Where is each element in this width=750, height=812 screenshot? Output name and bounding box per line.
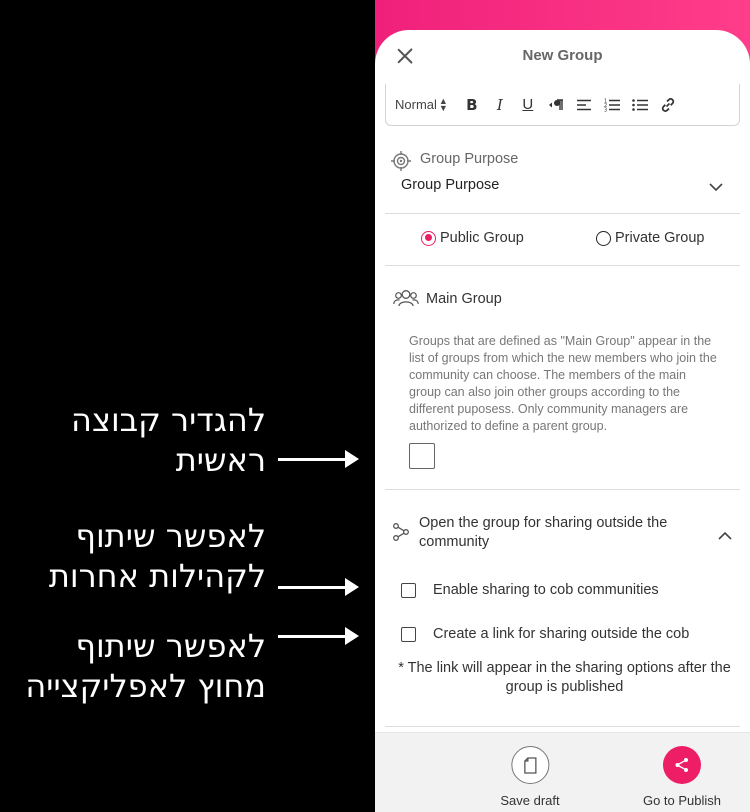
create-link-label: Create a link for sharing outside the co… bbox=[433, 626, 690, 642]
underline-icon[interactable]: U bbox=[514, 93, 542, 117]
rich-text-toolbar: Normal ▲ ▼ B I U 123 bbox=[385, 84, 740, 126]
format-select[interactable]: Normal ▲ ▼ bbox=[395, 95, 448, 113]
group-purpose-label: Group Purpose bbox=[420, 151, 519, 167]
target-icon bbox=[390, 150, 412, 177]
enable-cob-sharing-checkbox[interactable] bbox=[401, 582, 416, 598]
main-group-checkbox[interactable] bbox=[409, 443, 435, 469]
text-direction-icon[interactable] bbox=[542, 93, 570, 117]
radio-selected-icon bbox=[421, 230, 436, 246]
bottom-action-bar: Save draft Go to Publish bbox=[375, 732, 750, 812]
go-to-publish-button[interactable]: Go to Publish bbox=[643, 746, 721, 808]
enable-cob-sharing-option[interactable]: Enable sharing to cob communities bbox=[401, 582, 659, 598]
arrow-right-icon bbox=[278, 450, 359, 468]
public-group-label: Public Group bbox=[440, 230, 524, 246]
chevron-up-icon[interactable] bbox=[718, 527, 732, 545]
annotation-line: להגדיר קבוצה bbox=[71, 401, 266, 439]
arrow-right-icon bbox=[278, 578, 359, 596]
align-left-icon[interactable] bbox=[570, 93, 598, 117]
annotation-share-communities: לאפשר שיתוף לקהילות אחרות bbox=[49, 516, 266, 596]
annotation-line: ראשית bbox=[175, 441, 266, 479]
main-group-description: Groups that are defined as "Main Group" … bbox=[409, 334, 717, 433]
page-title: New Group bbox=[522, 47, 603, 64]
sharing-section-title: Open the group for sharing outside the c… bbox=[419, 515, 668, 550]
private-group-radio[interactable]: Private Group bbox=[596, 230, 704, 246]
share-nodes-icon bbox=[393, 523, 409, 546]
arrow-right-icon bbox=[278, 627, 359, 645]
bold-icon[interactable]: B bbox=[458, 93, 486, 117]
private-group-label: Private Group bbox=[615, 230, 705, 246]
annotation-line: לאפשר שיתוף bbox=[75, 627, 266, 665]
annotation-line: לקהילות אחרות bbox=[48, 557, 266, 595]
create-link-option[interactable]: Create a link for sharing outside the co… bbox=[401, 626, 689, 642]
go-to-publish-label: Go to Publish bbox=[642, 793, 722, 808]
new-group-sheet: New Group Normal ▲ ▼ B I U 123 Group Pur… bbox=[375, 30, 750, 812]
sharing-note: * The link will appear in the sharing op… bbox=[398, 660, 731, 695]
group-purpose-select[interactable]: Group Purpose bbox=[401, 177, 499, 193]
users-icon bbox=[393, 289, 419, 312]
public-group-radio[interactable]: Public Group bbox=[421, 230, 524, 246]
annotation-share-outside: לאפשר שיתוף מחוץ לאפליקצייה bbox=[25, 626, 266, 706]
select-arrows-icon: ▲ ▼ bbox=[438, 95, 448, 113]
annotation-line: לאפשר שיתוף bbox=[75, 517, 266, 555]
enable-cob-sharing-label: Enable sharing to cob communities bbox=[433, 582, 659, 598]
divider bbox=[385, 213, 740, 214]
draft-file-icon bbox=[510, 746, 549, 784]
main-group-title: Main Group bbox=[426, 291, 502, 307]
sheet-header: New Group bbox=[375, 30, 750, 82]
format-select-value: Normal bbox=[395, 97, 437, 112]
share-icon bbox=[662, 746, 701, 784]
create-link-checkbox[interactable] bbox=[401, 626, 416, 642]
divider bbox=[385, 489, 740, 490]
chevron-down-icon[interactable] bbox=[709, 179, 723, 197]
phone-screen: New Group Normal ▲ ▼ B I U 123 Group Pur… bbox=[375, 0, 750, 812]
italic-icon[interactable]: I bbox=[486, 93, 514, 117]
divider bbox=[385, 726, 740, 727]
annotation-line: מחוץ לאפליקצייה bbox=[25, 667, 266, 705]
svg-text:3: 3 bbox=[604, 107, 607, 112]
divider bbox=[385, 265, 740, 266]
annotation-main-group: להגדיר קבוצה ראשית bbox=[71, 400, 266, 480]
bullet-list-icon[interactable] bbox=[626, 93, 654, 117]
ordered-list-icon[interactable]: 123 bbox=[598, 93, 626, 117]
radio-unselected-icon bbox=[596, 230, 611, 246]
link-icon[interactable] bbox=[654, 93, 682, 117]
save-draft-button[interactable]: Save draft bbox=[500, 746, 560, 808]
save-draft-label: Save draft bbox=[500, 793, 560, 808]
